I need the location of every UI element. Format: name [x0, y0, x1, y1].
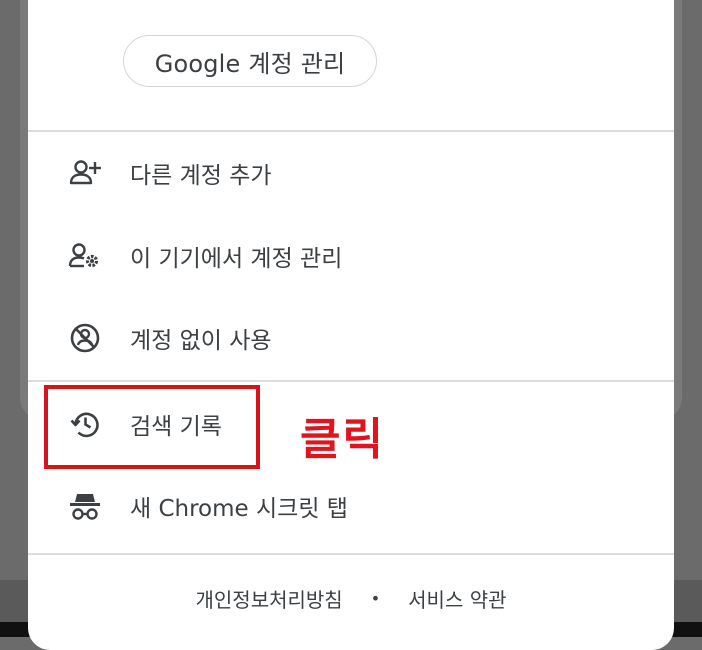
click-annotation-label: 클릭 — [300, 414, 385, 465]
divider — [28, 380, 674, 382]
add-person-icon — [68, 156, 102, 190]
manage-google-account-button[interactable]: Google 계정 관리 — [123, 35, 377, 87]
footer-separator: • — [370, 588, 381, 608]
menu-item-incognito-tab[interactable]: 새 Chrome 시크릿 탭 — [28, 471, 674, 541]
divider — [28, 553, 674, 555]
menu-item-manage-device-accounts[interactable]: 이 기기에서 계정 관리 — [28, 221, 674, 291]
menu-item-label: 계정 없이 사용 — [130, 328, 272, 354]
menu-item-use-without-account[interactable]: 계정 없이 사용 — [28, 303, 674, 373]
click-highlight-box — [44, 385, 260, 469]
divider — [28, 130, 674, 132]
no-account-icon — [68, 321, 102, 355]
menu-item-label: 다른 계정 추가 — [130, 163, 272, 189]
privacy-policy-link[interactable]: 개인정보처리방침 — [196, 584, 343, 613]
menu-item-label: 새 Chrome 시크릿 탭 — [130, 496, 348, 522]
incognito-icon — [68, 489, 102, 523]
manage-accounts-icon — [68, 239, 102, 273]
footer-links: 개인정보처리방침 • 서비스 약관 — [28, 578, 674, 618]
menu-item-add-account[interactable]: 다른 계정 추가 — [28, 138, 674, 208]
account-menu-sheet: Google 계정 관리 다른 계정 추가 이 기기에서 계정 관리 계정 없이… — [28, 0, 674, 650]
menu-item-label: 이 기기에서 계정 관리 — [130, 246, 343, 272]
terms-of-service-link[interactable]: 서비스 약관 — [408, 584, 506, 613]
